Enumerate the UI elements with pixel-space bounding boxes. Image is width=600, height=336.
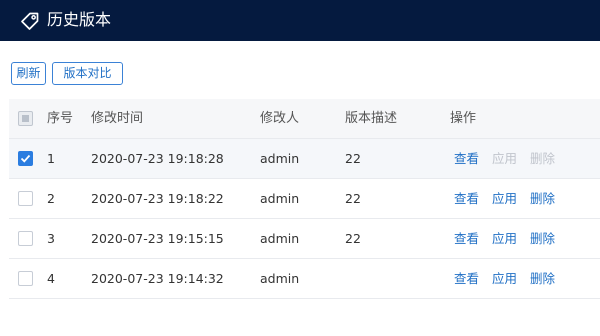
row-select-cell xyxy=(18,259,34,299)
row-select-cell xyxy=(18,139,34,179)
view-link[interactable]: 查看 xyxy=(454,179,479,219)
row-index: 1 xyxy=(47,151,55,166)
page-header: 历史版本 xyxy=(0,0,600,41)
row-modified-time: 2020-07-23 19:15:15 xyxy=(91,231,224,246)
select-all-checkbox[interactable] xyxy=(18,111,33,126)
row-index: 2 xyxy=(47,191,55,206)
row-checkbox[interactable] xyxy=(18,271,33,286)
row-modified-by: admin xyxy=(260,231,300,246)
view-link[interactable]: 查看 xyxy=(454,139,479,179)
row-modified-by: admin xyxy=(260,191,300,206)
row-index: 4 xyxy=(47,271,55,286)
apply-link: 应用 xyxy=(492,151,518,166)
version-history-table: 序号 修改时间 修改人 版本描述 操作 1 2020-07-23 19:18:28… xyxy=(9,99,600,299)
table-row[interactable]: 4 2020-07-23 19:14:32 admin 查看 应用 删除 xyxy=(9,259,600,299)
select-all-cell xyxy=(18,99,34,139)
view-link[interactable]: 查看 xyxy=(454,219,479,259)
apply-link[interactable]: 应用 xyxy=(492,179,517,219)
checkmark-icon xyxy=(20,154,31,163)
row-select-cell xyxy=(18,219,34,259)
row-select-cell xyxy=(18,179,34,219)
refresh-button[interactable]: 刷新 xyxy=(11,62,46,85)
row-modified-by: admin xyxy=(260,271,300,286)
column-header-actions: 操作 xyxy=(450,111,477,126)
apply-link[interactable]: 应用 xyxy=(492,219,517,259)
apply-link[interactable]: 应用 xyxy=(492,259,517,299)
row-version-description: 22 xyxy=(345,231,361,246)
table-header-row: 序号 修改时间 修改人 版本描述 操作 xyxy=(9,99,600,139)
table-row[interactable]: 3 2020-07-23 19:15:15 admin 22 查看 应用 删除 xyxy=(9,219,600,259)
row-version-description: 22 xyxy=(345,191,361,206)
version-compare-button[interactable]: 版本对比 xyxy=(52,62,123,85)
row-modified-time: 2020-07-23 19:14:32 xyxy=(91,271,224,286)
column-header-description: 版本描述 xyxy=(345,111,398,126)
table-body: 1 2020-07-23 19:18:28 admin 22 查看 应用 删除 2 2020-0… xyxy=(9,139,600,299)
row-checkbox[interactable] xyxy=(18,151,33,166)
delete-link: 删除 xyxy=(530,151,556,166)
delete-link[interactable]: 删除 xyxy=(530,259,555,299)
column-header-user: 修改人 xyxy=(260,111,300,126)
row-modified-time: 2020-07-23 19:18:28 xyxy=(91,151,224,166)
table-row[interactable]: 2 2020-07-23 19:18:22 admin 22 查看 应用 删除 xyxy=(9,179,600,219)
tag-icon xyxy=(21,12,39,30)
delete-link[interactable]: 删除 xyxy=(530,179,555,219)
view-link[interactable]: 查看 xyxy=(454,259,479,299)
table-row[interactable]: 1 2020-07-23 19:18:28 admin 22 查看 应用 删除 xyxy=(9,139,600,179)
row-index: 3 xyxy=(47,231,55,246)
row-modified-time: 2020-07-23 19:18:22 xyxy=(91,191,224,206)
row-checkbox[interactable] xyxy=(18,231,33,246)
column-header-index: 序号 xyxy=(47,111,74,126)
column-header-time: 修改时间 xyxy=(91,111,144,126)
row-modified-by: admin xyxy=(260,151,300,166)
delete-link[interactable]: 删除 xyxy=(530,219,555,259)
row-version-description: 22 xyxy=(345,151,361,166)
row-checkbox[interactable] xyxy=(18,191,33,206)
page-title: 历史版本 xyxy=(47,10,112,29)
